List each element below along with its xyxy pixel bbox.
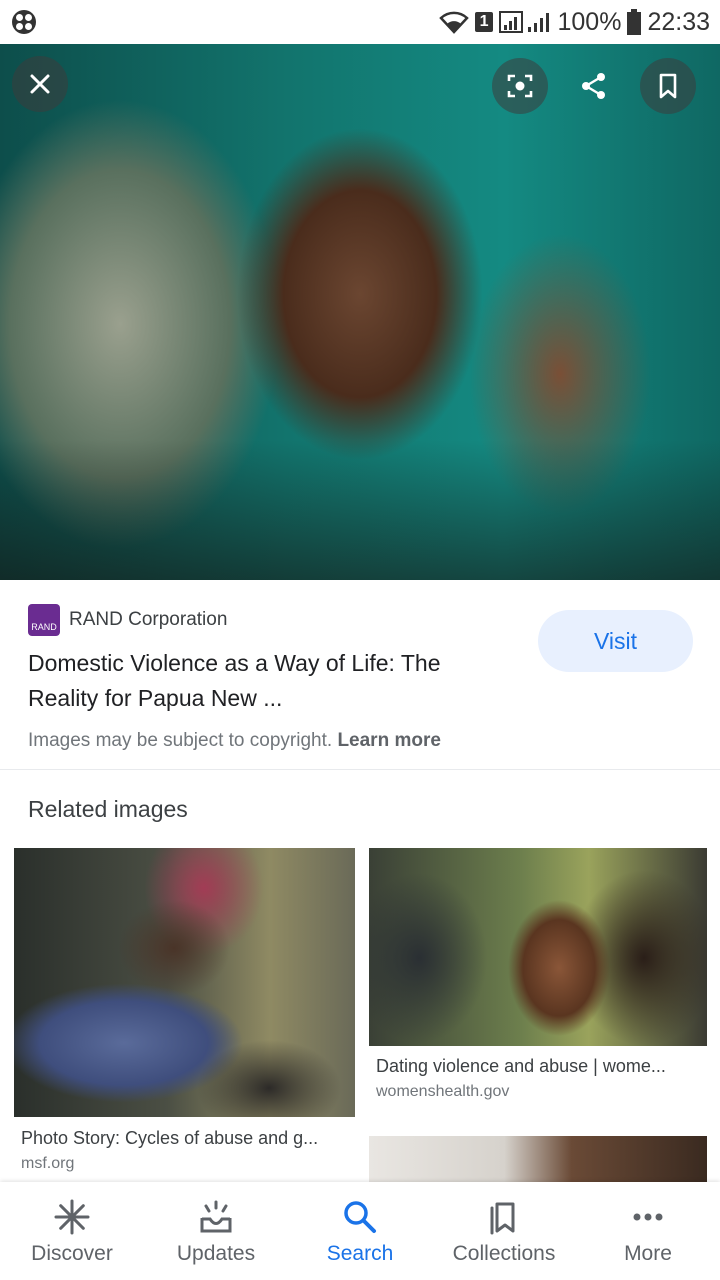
source-name: RAND Corporation	[69, 609, 228, 630]
source-favicon: RAND	[28, 604, 60, 636]
battery-percent: 100%	[557, 7, 622, 36]
copyright-notice: Images may be subject to copyright. Lear…	[28, 730, 441, 752]
learn-more-link[interactable]: Learn more	[337, 730, 440, 751]
nav-label-updates: Updates	[176, 1242, 256, 1265]
nav-discover[interactable]: Discover	[0, 1182, 144, 1280]
share-button[interactable]	[566, 58, 622, 114]
sim-badge: 1	[474, 12, 494, 32]
related-caption-2[interactable]: Dating violence and abuse | wome... wome…	[376, 1056, 666, 1101]
share-icon	[582, 73, 605, 99]
related-title-2: Dating violence and abuse | wome...	[376, 1056, 666, 1076]
source-row[interactable]: RAND RAND Corporation	[28, 604, 227, 636]
related-image-1[interactable]	[14, 848, 355, 1117]
related-site-1: msf.org	[21, 1155, 75, 1172]
bookmark-icon	[659, 73, 677, 99]
nav-collections[interactable]: Collections	[432, 1182, 576, 1280]
related-caption-1[interactable]: Photo Story: Cycles of abuse and g... ms…	[21, 1128, 318, 1173]
related-site-2: womenshealth.gov	[376, 1083, 510, 1100]
source-card: RAND RAND Corporation Domestic Violence …	[0, 580, 720, 770]
related-title-1: Photo Story: Cycles of abuse and g...	[21, 1128, 319, 1148]
close-icon	[30, 74, 50, 94]
nav-label-search: Search	[326, 1242, 394, 1265]
related-heading: Related images	[28, 796, 188, 822]
copyright-text: Images may be subject to copyright.	[28, 730, 333, 751]
nav-label-collections: Collections	[452, 1242, 556, 1265]
bookmark-button[interactable]	[640, 58, 696, 114]
close-button[interactable]	[12, 56, 68, 112]
bottom-nav: Discover Updates Search Collections More	[0, 1182, 720, 1280]
asterisk-icon	[54, 1199, 90, 1235]
battery-icon	[627, 9, 642, 35]
result-title[interactable]: Domestic Violence as a Way of Life: The …	[28, 646, 508, 716]
nav-label-discover: Discover	[31, 1242, 113, 1265]
nav-more[interactable]: More	[576, 1182, 720, 1280]
lens-icon	[507, 74, 533, 98]
status-bar: 1 100% 22:33	[0, 0, 720, 44]
search-icon	[344, 1201, 376, 1233]
visit-button[interactable]: Visit	[538, 610, 693, 672]
wifi-icon	[438, 11, 469, 34]
related-image-2[interactable]	[369, 848, 707, 1046]
nav-search[interactable]: Search	[288, 1182, 432, 1280]
lens-button[interactable]	[492, 58, 548, 114]
nav-updates[interactable]: Updates	[144, 1182, 288, 1280]
signal-icon	[499, 11, 550, 33]
nav-label-more: More	[624, 1242, 672, 1265]
hero-shade	[0, 440, 720, 580]
status-left	[10, 8, 38, 36]
hero-image[interactable]	[0, 44, 720, 580]
status-right: 1 100% 22:33	[438, 7, 710, 37]
collections-icon	[490, 1202, 515, 1235]
clock: 22:33	[647, 7, 710, 36]
app-notification-icon	[12, 10, 36, 34]
more-dots-icon	[633, 1213, 663, 1221]
inbox-sparkle-icon	[200, 1200, 232, 1233]
